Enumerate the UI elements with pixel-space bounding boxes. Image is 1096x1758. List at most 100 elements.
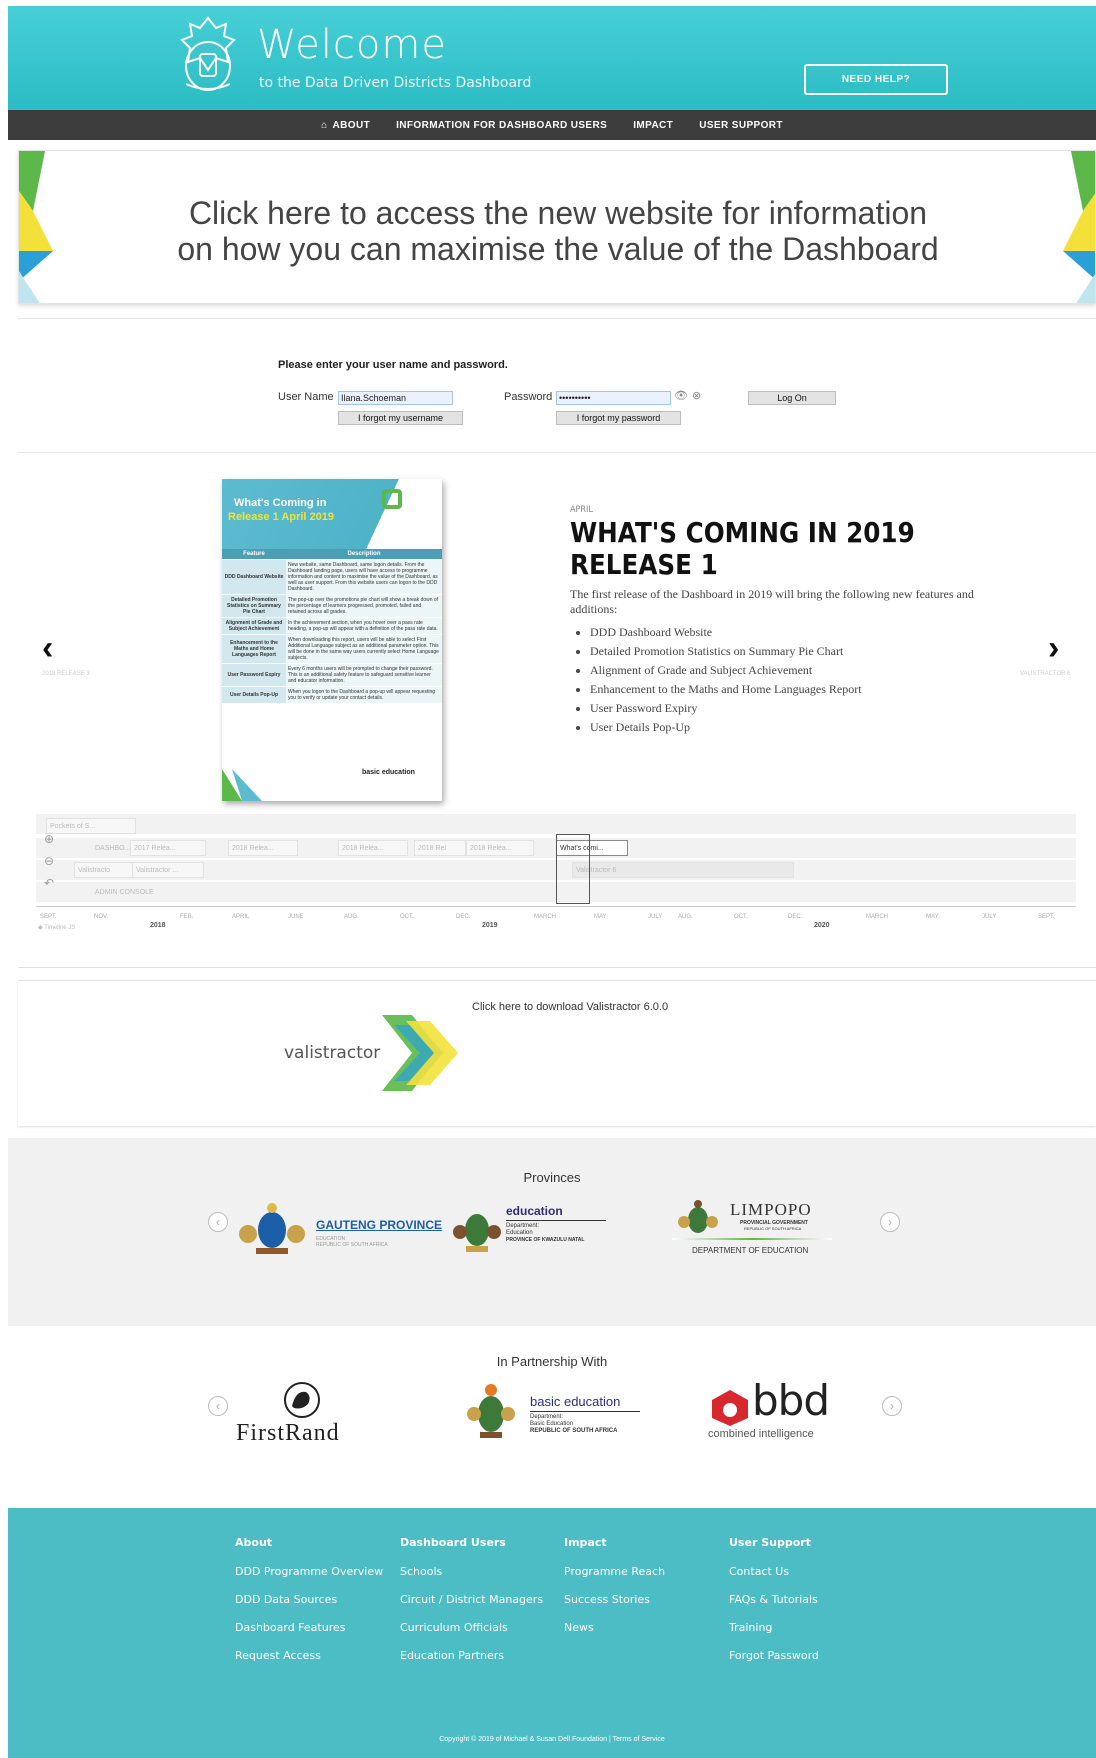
poster-row: Alignment of Grade and Subject Achieveme… [222,618,442,635]
footer-link[interactable]: Programme Reach [564,1565,665,1578]
dbe-rule [530,1411,640,1412]
timeline-event[interactable]: 2018 Relea... [466,840,534,856]
timeline-group-label: ADMIN CONSOLE [95,888,154,896]
nav-impact[interactable]: IMPACT [633,120,673,131]
main-nav: ⌂ ABOUT INFORMATION FOR DASHBOARD USERS I… [8,110,1096,140]
username-label: User Name [278,391,334,403]
kzn-rule [506,1220,606,1221]
gauteng-logo[interactable]: GAUTENG PROVINCE EDUCATION REPUBLIC OF S… [236,1200,446,1256]
poster-title-1: What's Coming in [234,497,327,509]
password-label: Password [504,391,553,403]
forgot-username-button[interactable]: I forgot my username [338,411,463,425]
footer-link[interactable]: Success Stories [564,1593,665,1606]
partners-title: In Partnership With [496,1354,608,1369]
year-label: 2018 [150,922,166,929]
timeline-event[interactable]: Valistracto [74,862,134,878]
poster-col-2: Description [347,551,381,557]
dbe-sub-3: REPUBLIC OF SOUTH AFRICA [530,1428,618,1434]
month-tick: MARCH [534,914,556,920]
month-tick: NOV. [94,914,109,920]
password-input[interactable] [556,391,671,405]
clear-icon[interactable]: ⊗ [692,389,701,402]
footer: About DDD Programme Overview DDD Data So… [8,1508,1096,1758]
bbd-logo[interactable]: bbd combined intelligence [698,1378,848,1446]
provinces-prev-button[interactable]: ‹ [208,1212,228,1232]
poster-description-cell: When you logon to the Dashboard a pop-up… [286,687,442,703]
logon-button[interactable]: Log On [748,391,836,405]
provinces-next-button[interactable]: › [880,1212,900,1232]
zoom-in-icon[interactable]: ⊕ [44,832,54,846]
footer-link[interactable]: News [564,1621,665,1634]
partners-next-button[interactable]: › [882,1396,902,1416]
timeline-event[interactable]: 2018 Relea... [228,840,298,856]
timeline-group-label[interactable]: Pockets of S... [46,818,136,834]
prev-slide-button[interactable]: ‹ [42,629,53,668]
new-website-banner[interactable]: Click here to access the new website for… [18,150,1096,304]
month-tick: JUNE [288,914,304,920]
release-slider: ‹ 2018 RELEASE 3 › VALISTRACTOR 6 What's… [18,452,1096,804]
footer-link[interactable]: DDD Programme Overview [235,1565,383,1578]
dbe-crest-icon [467,1384,515,1438]
footer-link[interactable]: Dashboard Features [235,1621,383,1634]
footer-link[interactable]: Training [729,1621,819,1634]
poster-table-body: DDD Dashboard Website New website, same D… [222,560,442,704]
dbe-logo[interactable]: basic education Department: Basic Educat… [466,1380,646,1444]
timeline-event[interactable]: Valistractor 6 [572,862,794,878]
home-icon: ⌂ [321,119,328,131]
bbd-name: bbd [752,1376,830,1425]
valistractor-wordmark: valistractor [284,1043,381,1063]
next-slide-caption: VALISTRACTOR 6 [1020,671,1071,677]
footer-link[interactable]: Curriculum Officials [400,1621,543,1634]
slide-date: APRIL [570,505,593,515]
footer-link[interactable]: FAQs & Tutorials [729,1593,819,1606]
need-help-button[interactable]: NEED HELP? [804,64,948,95]
welcome-subtitle: to the Data Driven Districts Dashboard [259,75,532,91]
footer-link[interactable]: DDD Data Sources [235,1593,383,1606]
zoom-out-icon[interactable]: ⊖ [44,854,54,868]
timeline-event[interactable]: 2018 Relea... [338,840,408,856]
chevron-right-icon: › [890,1399,894,1413]
limpopo-logo[interactable]: LIMPOPO PROVINCIAL GOVERNMENT REPUBLIC O… [668,1196,838,1266]
nav-user-support[interactable]: USER SUPPORT [699,120,783,131]
footer-link[interactable]: Education Partners [400,1649,543,1662]
month-tick: SEPT. [40,914,57,920]
month-tick: JULY [982,914,997,920]
eye-icon[interactable]: 👁 [674,389,688,402]
poster-footer: basic education [362,769,415,776]
month-tick: DEC. [788,914,803,920]
forgot-password-button[interactable]: I forgot my password [556,411,681,425]
copyright[interactable]: Copyright © 2019 of Michael & Susan Dell… [8,1736,1096,1743]
next-slide-button[interactable]: › [1048,629,1059,668]
month-tick: OCT. [400,914,414,920]
timeline-marker [556,834,590,904]
coat-of-arms-logo [180,16,236,91]
timeline-event[interactable]: 2018 Rel [414,840,466,856]
nav-about[interactable]: ⌂ ABOUT [321,120,370,131]
firstrand-name: FirstRand [236,1420,340,1446]
footer-link[interactable]: Circuit / District Managers [400,1593,543,1606]
list-item: User Password Expiry [590,701,862,720]
footer-link[interactable]: Request Access [235,1649,383,1662]
nav-dashboard-users[interactable]: INFORMATION FOR DASHBOARD USERS [396,120,607,131]
poster-description-cell: Every 6 months users will be prompted to… [286,664,442,686]
welcome-title: Welcome [257,22,447,68]
firstrand-logo[interactable]: FirstRand [230,1382,370,1446]
kzn-sub-3: PROVINCE OF KWAZULU NATAL [506,1237,585,1243]
username-input[interactable] [338,391,453,405]
timeline-event[interactable]: Valistractor ... [132,862,204,878]
poster-feature-cell: User Password Expiry [222,664,286,686]
poster-corner-decoration [222,769,262,801]
timeline-event[interactable]: 2017 Relea... [130,840,206,856]
partners-prev-button[interactable]: ‹ [208,1396,228,1416]
download-valistractor-link[interactable]: Click here to download Valistractor 6.0.… [472,1001,668,1013]
footer-link[interactable]: Schools [400,1565,543,1578]
chevron-left-icon: ‹ [216,1215,220,1229]
kzn-logo[interactable]: education Department: Education PROVINCE… [452,1200,622,1256]
nav-about-label: ABOUT [332,119,371,131]
undo-icon[interactable]: ↶ [44,876,54,890]
month-tick: FEB. [180,914,194,920]
footer-link[interactable]: Contact Us [729,1565,819,1578]
poster-feature-cell: Detailed Promotion Statistics on Summary… [222,595,286,617]
year-label: 2019 [482,922,498,929]
footer-link[interactable]: Forgot Password [729,1649,819,1662]
